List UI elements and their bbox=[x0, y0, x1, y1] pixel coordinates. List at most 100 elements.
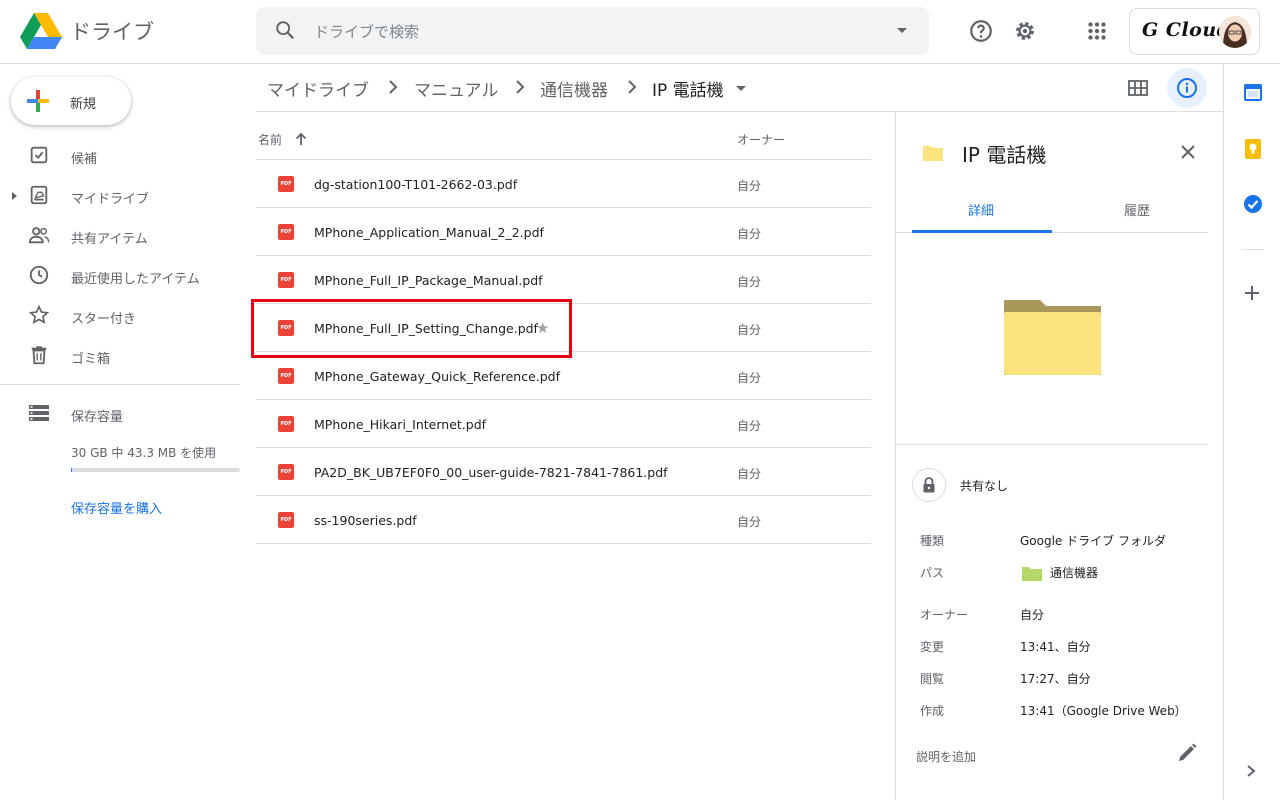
folder-icon bbox=[923, 146, 943, 161]
file-name: dg-station100-T101-2662-03.pdf bbox=[314, 177, 518, 192]
sidebar-item-label: 最近使用したアイテム bbox=[71, 272, 200, 287]
table-row[interactable]: PDF MPhone_Hikari_Internet.pdf 自分 bbox=[256, 400, 871, 448]
settings-gear-icon[interactable] bbox=[1012, 18, 1038, 44]
prop-key-created: 作成 bbox=[920, 704, 945, 718]
prop-key-type: 種類 bbox=[920, 534, 945, 548]
sidebar-item-label: ゴミ箱 bbox=[71, 352, 111, 367]
column-header-name[interactable]: 名前 bbox=[258, 131, 282, 148]
add-description-field[interactable]: 説明を追加 bbox=[916, 748, 976, 765]
app-name[interactable]: ドライブ bbox=[70, 16, 154, 46]
keep-icon[interactable] bbox=[1243, 138, 1263, 160]
side-panel-rail bbox=[1223, 64, 1280, 800]
file-name: MPhone_Gateway_Quick_Reference.pdf bbox=[314, 369, 561, 384]
sidebar-item-label: 共有アイテム bbox=[71, 232, 148, 247]
file-name: MPhone_Full_IP_Package_Manual.pdf bbox=[314, 273, 543, 288]
lock-icon bbox=[912, 468, 946, 502]
folder-menu-dropdown-icon[interactable] bbox=[736, 86, 746, 91]
file-list-header: 名前 オーナー bbox=[256, 112, 871, 160]
search-icon[interactable] bbox=[274, 19, 296, 41]
file-name: PA2D_BK_UB7EF0F0_00_user-guide-7821-7841… bbox=[314, 465, 668, 480]
close-icon[interactable] bbox=[1180, 144, 1196, 160]
breadcrumb-manual[interactable]: マニュアル bbox=[414, 76, 499, 101]
avatar[interactable] bbox=[1219, 16, 1251, 48]
sidebar-divider bbox=[0, 384, 240, 385]
prop-key-modified: 変更 bbox=[920, 640, 945, 654]
tab-activity[interactable]: 履歴 bbox=[1124, 200, 1150, 219]
file-owner: 自分 bbox=[737, 275, 762, 289]
table-row[interactable]: PDF MPhone_Application_Manual_2_2.pdf 自分 bbox=[256, 208, 871, 256]
grid-view-icon[interactable] bbox=[1126, 76, 1150, 100]
pdf-file-icon: PDF bbox=[278, 272, 294, 288]
details-title: IP 電話機 bbox=[962, 143, 1047, 167]
column-header-owner[interactable]: オーナー bbox=[737, 131, 785, 148]
drive-logo-icon[interactable] bbox=[20, 13, 62, 49]
search-bar[interactable]: ドライブで検索 bbox=[256, 7, 929, 55]
info-icon bbox=[1177, 78, 1197, 98]
new-plus-icon bbox=[27, 90, 49, 112]
pdf-file-icon: PDF bbox=[278, 176, 294, 192]
storage-usage-text: 30 GB 中 43.3 MB を使用 bbox=[71, 446, 217, 460]
table-row[interactable]: PDF MPhone_Gateway_Quick_Reference.pdf 自… bbox=[256, 352, 871, 400]
chevron-right-icon[interactable] bbox=[1245, 764, 1257, 778]
breadcrumb-current-folder[interactable]: IP 電話機 bbox=[652, 76, 724, 101]
chevron-right-icon bbox=[628, 80, 637, 94]
highlight-annotation-box bbox=[251, 299, 572, 358]
breadcrumb: マイドライブ マニュアル 通信機器 IP 電話機 bbox=[256, 64, 1223, 112]
check-box-icon bbox=[30, 146, 48, 164]
star-icon bbox=[28, 304, 50, 324]
sort-ascending-icon[interactable] bbox=[294, 132, 308, 146]
sidebar-item-label: スター付き bbox=[71, 312, 137, 327]
file-owner: 自分 bbox=[737, 467, 762, 481]
folder-preview-icon bbox=[1004, 300, 1101, 375]
prop-key-owner: オーナー bbox=[920, 608, 969, 622]
top-bar: ドライブ ドライブで検索 G Cloud bbox=[0, 0, 1280, 64]
view-details-button[interactable] bbox=[1167, 68, 1207, 108]
pdf-file-icon: PDF bbox=[278, 512, 294, 528]
path-folder-link[interactable]: 通信機器 bbox=[1050, 564, 1098, 581]
file-owner: 自分 bbox=[737, 515, 762, 529]
calendar-icon[interactable] bbox=[1243, 82, 1263, 102]
rail-divider bbox=[1242, 249, 1264, 250]
help-icon[interactable] bbox=[968, 18, 994, 44]
sidebar-item-shared[interactable]: 共有アイテム bbox=[0, 216, 240, 256]
trash-icon bbox=[31, 346, 47, 365]
pencil-edit-icon[interactable] bbox=[1176, 742, 1198, 764]
folder-green-icon bbox=[1022, 567, 1042, 581]
people-icon bbox=[28, 227, 50, 244]
table-row[interactable]: PDF dg-station100-T101-2662-03.pdf 自分 bbox=[256, 160, 871, 208]
apps-grid-icon[interactable] bbox=[1084, 18, 1110, 44]
file-owner: 自分 bbox=[737, 323, 762, 337]
pdf-file-icon: PDF bbox=[278, 368, 294, 384]
tab-details[interactable]: 詳細 bbox=[968, 200, 994, 219]
sidebar-item-my-drive[interactable]: マイドライブ bbox=[0, 176, 240, 216]
tasks-icon[interactable] bbox=[1243, 194, 1263, 214]
details-tabs: 詳細 履歴 bbox=[896, 184, 1208, 233]
table-row[interactable]: PDF MPhone_Full_IP_Package_Manual.pdf 自分 bbox=[256, 256, 871, 304]
file-name: ss-190series.pdf bbox=[314, 513, 417, 528]
sidebar-item-priority[interactable]: 候補 bbox=[0, 136, 240, 176]
prop-key-opened: 閲覧 bbox=[920, 672, 945, 686]
file-owner: 自分 bbox=[737, 371, 762, 385]
search-input[interactable]: ドライブで検索 bbox=[314, 21, 419, 42]
new-button[interactable]: 新規 bbox=[11, 77, 131, 125]
storage-label[interactable]: 保存容量 bbox=[71, 406, 123, 425]
my-drive-icon bbox=[30, 185, 48, 205]
sidebar-item-trash[interactable]: ゴミ箱 bbox=[0, 336, 240, 376]
details-divider bbox=[896, 444, 1208, 445]
add-addon-plus-icon[interactable] bbox=[1243, 284, 1261, 302]
breadcrumb-comm-devices[interactable]: 通信機器 bbox=[540, 76, 608, 101]
search-options-icon[interactable] bbox=[897, 28, 907, 33]
prop-value-modified: 13:41、自分 bbox=[1020, 640, 1091, 654]
sidebar-item-starred[interactable]: スター付き bbox=[0, 296, 240, 336]
sidebar-item-recent[interactable]: 最近使用したアイテム bbox=[0, 256, 240, 296]
file-owner: 自分 bbox=[737, 227, 762, 241]
table-row[interactable]: PDF PA2D_BK_UB7EF0F0_00_user-guide-7821-… bbox=[256, 448, 871, 496]
table-row[interactable]: PDF ss-190series.pdf 自分 bbox=[256, 496, 871, 544]
breadcrumb-my-drive[interactable]: マイドライブ bbox=[267, 76, 369, 101]
file-name: MPhone_Hikari_Internet.pdf bbox=[314, 417, 487, 432]
pdf-file-icon: PDF bbox=[278, 224, 294, 240]
buy-storage-link[interactable]: 保存容量を購入 bbox=[71, 498, 162, 517]
expand-caret-icon[interactable] bbox=[12, 192, 17, 200]
account-switcher[interactable]: G Cloud bbox=[1129, 8, 1260, 55]
prop-value-owner: 自分 bbox=[1020, 608, 1045, 622]
